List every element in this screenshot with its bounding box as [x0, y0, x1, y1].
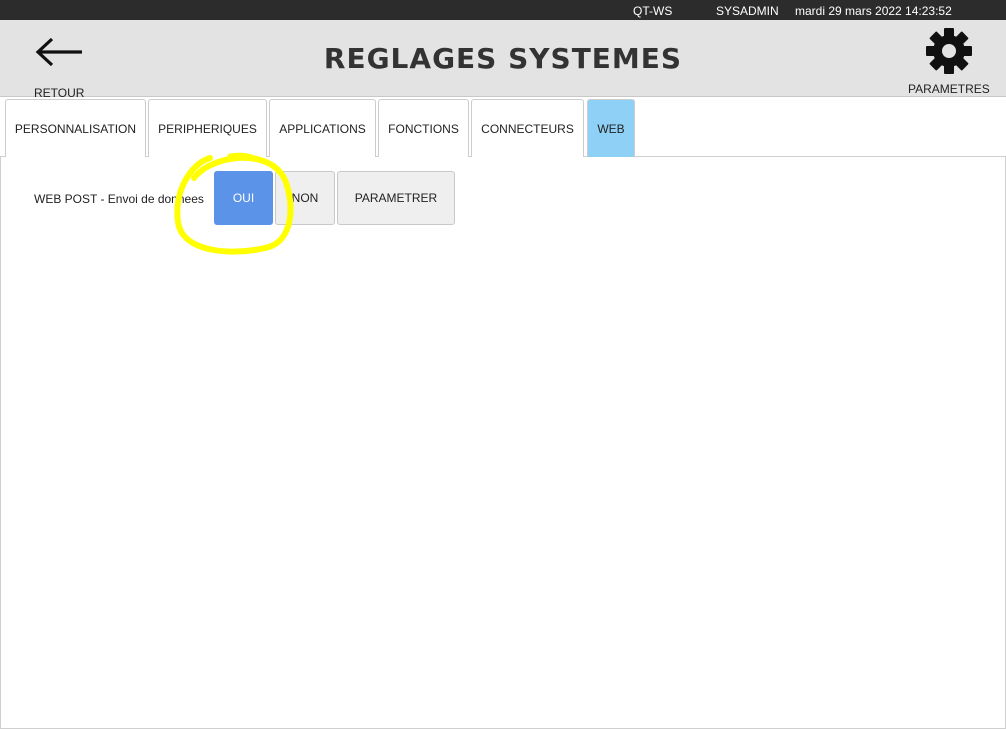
header: RETOUR REGLAGES SYSTEMES PARAMETRES	[0, 20, 1006, 100]
yes-button[interactable]: OUI	[214, 171, 273, 225]
tab-personnalisation[interactable]: PERSONNALISATION	[5, 99, 146, 157]
page-title: REGLAGES SYSTEMES	[323, 42, 683, 75]
no-button[interactable]: NON	[275, 171, 335, 225]
current-user: SYSADMIN	[716, 4, 779, 18]
content-panel	[0, 157, 1006, 729]
settings-label: PARAMETRES	[908, 82, 990, 96]
date-time: mardi 29 mars 2022 14:23:52	[795, 4, 952, 18]
tab-connecteurs[interactable]: CONNECTEURS	[471, 99, 584, 157]
tab-bar: PERSONNALISATION PERIPHERIQUES APPLICATI…	[0, 97, 1006, 157]
tab-web[interactable]: WEB	[587, 99, 635, 157]
tab-fonctions[interactable]: FONCTIONS	[378, 99, 469, 157]
tab-applications[interactable]: APPLICATIONS	[269, 99, 376, 157]
status-bar: QT-WS SYSADMIN mardi 29 mars 2022 14:23:…	[0, 0, 1006, 20]
web-post-label: WEB POST - Envoi de donnees	[34, 192, 204, 206]
station-name: QT-WS	[633, 4, 673, 18]
configure-button[interactable]: PARAMETRER	[337, 171, 455, 225]
settings-button[interactable]: PARAMETRES	[900, 24, 1000, 96]
tab-peripheriques[interactable]: PERIPHERIQUES	[148, 99, 267, 157]
gear-icon	[926, 28, 972, 74]
